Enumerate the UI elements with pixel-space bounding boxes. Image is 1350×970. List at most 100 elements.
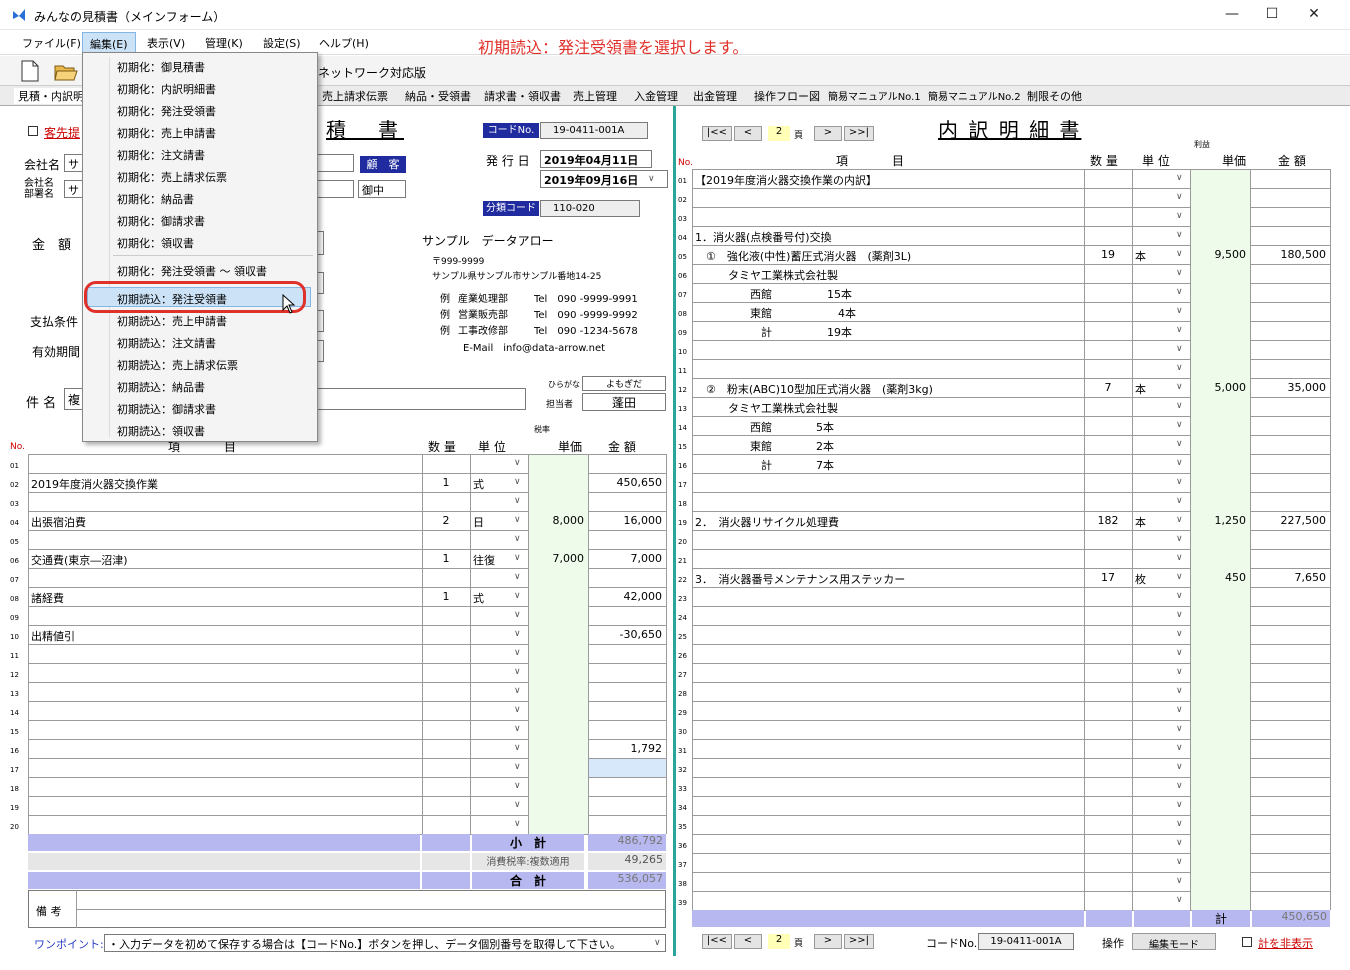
row-item[interactable]: 諸経費 xyxy=(31,590,419,606)
bd-unit-dropdown-icon[interactable]: ∨ xyxy=(1176,363,1183,373)
tab-sales-manage[interactable]: 売上管理 xyxy=(573,88,617,104)
class-code-button[interactable]: 分類コード xyxy=(483,201,539,216)
bd-unit-dropdown-icon[interactable]: ∨ xyxy=(1176,838,1183,848)
furigana-field[interactable]: よもぎだ xyxy=(582,376,666,391)
bd-row-price[interactable]: 9,500 xyxy=(1190,248,1247,261)
bd-footer-prev-button[interactable]: < xyxy=(734,934,762,949)
unit-dropdown-icon[interactable]: ∨ xyxy=(514,572,521,582)
tab-manual-1[interactable]: 簡易マニュアルNo.1 xyxy=(828,88,921,103)
bd-row-item[interactable]: 2． 消火器リサイクル処理費 xyxy=(695,514,1081,530)
bd-unit-dropdown-icon[interactable]: ∨ xyxy=(1176,667,1183,677)
bd-row-price[interactable]: 1,250 xyxy=(1190,514,1247,527)
bd-unit-dropdown-icon[interactable]: ∨ xyxy=(1176,610,1183,620)
bd-row-unit[interactable]: 本 xyxy=(1135,514,1171,530)
bd-first-page-button[interactable]: |<< xyxy=(702,126,732,141)
bd-unit-dropdown-icon[interactable]: ∨ xyxy=(1176,420,1183,430)
bd-row-item[interactable]: 西館 15本 xyxy=(695,286,1081,302)
tip-dropdown-icon[interactable]: ∨ xyxy=(654,938,661,948)
tab-manual-2[interactable]: 簡易マニュアルNo.2 xyxy=(928,88,1021,103)
menu-item-init-estimate[interactable]: 初期化：御見積書 xyxy=(117,59,205,75)
menu-item-load-sales-request[interactable]: 初期読込：売上申請書 xyxy=(117,313,227,329)
bd-row-amount[interactable]: 35,000 xyxy=(1250,381,1327,394)
row-qty[interactable]: 1 xyxy=(422,552,470,565)
bd-unit-dropdown-icon[interactable]: ∨ xyxy=(1176,230,1183,240)
row-amount[interactable]: 450,650 xyxy=(588,476,663,489)
bd-row-qty[interactable]: 182 xyxy=(1084,514,1132,527)
menu-item-load-delivery[interactable]: 初期読込：納品書 xyxy=(117,379,205,395)
row-price[interactable]: 7,000 xyxy=(528,552,585,565)
row-amount[interactable]: 42,000 xyxy=(588,590,663,603)
row-qty[interactable]: 2 xyxy=(422,514,470,527)
bd-last-page-button[interactable]: >>| xyxy=(844,126,874,141)
bd-unit-dropdown-icon[interactable]: ∨ xyxy=(1176,781,1183,791)
tab-sales-invoice[interactable]: 売上請求伝票 xyxy=(322,88,388,104)
bd-row-item[interactable]: 西館 5本 xyxy=(695,419,1081,435)
code-no-field[interactable]: 19-0411-001A xyxy=(540,122,648,139)
unit-dropdown-icon[interactable]: ∨ xyxy=(514,705,521,715)
bd-row-unit[interactable]: 本 xyxy=(1135,248,1171,264)
bd-row-price[interactable]: 450 xyxy=(1190,571,1246,584)
row-unit[interactable]: 式 xyxy=(473,476,509,492)
row-amount[interactable]: 1,792 xyxy=(588,742,663,755)
bd-unit-dropdown-icon[interactable]: ∨ xyxy=(1176,819,1183,829)
bd-row-item[interactable]: 計 19本 xyxy=(695,324,1081,340)
bd-unit-dropdown-icon[interactable]: ∨ xyxy=(1176,306,1183,316)
row-item[interactable]: 交通費(東京―沼津) xyxy=(31,552,419,568)
issue-date-field[interactable]: 2019年04月11日 xyxy=(540,150,652,168)
bd-unit-dropdown-icon[interactable]: ∨ xyxy=(1176,287,1183,297)
tab-limits[interactable]: 制限その他 xyxy=(1027,88,1082,104)
bd-row-qty[interactable]: 19 xyxy=(1084,248,1132,261)
edit-mode-button[interactable]: 編集モード xyxy=(1132,933,1216,951)
menu-item-init-breakdown[interactable]: 初期化：内訳明細書 xyxy=(117,81,216,97)
tab-estimate[interactable]: 見積・内訳明 xyxy=(14,88,88,104)
row-amount[interactable]: 7,000 xyxy=(588,552,663,565)
unit-dropdown-icon[interactable]: ∨ xyxy=(514,458,521,468)
bd-row-amount[interactable]: 7,650 xyxy=(1250,571,1327,584)
tip-field[interactable]: ・入力データを初めて保存する場合は【コードNo.】ボタンを押し、データ個別番号を… xyxy=(104,934,666,952)
bd-unit-dropdown-icon[interactable]: ∨ xyxy=(1176,629,1183,639)
bd-row-amount[interactable]: 180,500 xyxy=(1250,248,1327,261)
bd-footer-next-button[interactable]: > xyxy=(814,934,842,949)
row-item[interactable]: 出精値引 xyxy=(31,628,419,644)
close-button[interactable]: ✕ xyxy=(1304,6,1324,22)
bd-row-item[interactable]: 計 7本 xyxy=(695,457,1081,473)
code-no-button[interactable]: コードNo. xyxy=(483,123,539,138)
bd-unit-dropdown-icon[interactable]: ∨ xyxy=(1176,249,1183,259)
menu-settings[interactable]: 設定(S) xyxy=(263,35,301,51)
unit-dropdown-icon[interactable]: ∨ xyxy=(514,591,521,601)
bd-unit-dropdown-icon[interactable]: ∨ xyxy=(1176,572,1183,582)
unit-dropdown-icon[interactable]: ∨ xyxy=(514,743,521,753)
row-amount[interactable]: -30,650 xyxy=(588,628,662,641)
bd-unit-dropdown-icon[interactable]: ∨ xyxy=(1176,591,1183,601)
minimize-button[interactable]: — xyxy=(1222,6,1242,22)
bd-unit-dropdown-icon[interactable]: ∨ xyxy=(1176,344,1183,354)
tab-receipt-manage[interactable]: 入金管理 xyxy=(634,88,678,104)
unit-dropdown-icon[interactable]: ∨ xyxy=(514,686,521,696)
unit-dropdown-icon[interactable]: ∨ xyxy=(514,534,521,544)
menu-manage[interactable]: 管理(K) xyxy=(205,35,243,51)
bd-unit-dropdown-icon[interactable]: ∨ xyxy=(1176,895,1183,905)
bd-row-unit[interactable]: 枚 xyxy=(1135,571,1171,587)
tab-delivery[interactable]: 納品・受領書 xyxy=(405,88,471,104)
row-price[interactable]: 8,000 xyxy=(528,514,585,527)
bd-row-item[interactable]: タミヤ工業株式会社製 xyxy=(695,267,1081,283)
bd-row-item[interactable]: 1．消火器(点検番号付)交換 xyxy=(695,229,1081,245)
menu-item-init-sales-invoice[interactable]: 初期化：売上請求伝票 xyxy=(117,169,227,185)
unit-dropdown-icon[interactable]: ∨ xyxy=(514,515,521,525)
due-date-dropdown-icon[interactable]: ∨ xyxy=(648,174,655,184)
class-code-field[interactable]: 110-020 xyxy=(540,200,640,217)
row-unit[interactable]: 式 xyxy=(473,590,509,606)
bd-row-price[interactable]: 5,000 xyxy=(1190,381,1247,394)
unit-dropdown-icon[interactable]: ∨ xyxy=(514,610,521,620)
row-qty[interactable]: 1 xyxy=(422,476,470,489)
bd-page-number[interactable]: 2 xyxy=(768,126,790,141)
bd-unit-dropdown-icon[interactable]: ∨ xyxy=(1176,743,1183,753)
menu-item-init-order-confirm[interactable]: 初期化：注文請書 xyxy=(117,147,205,163)
bd-unit-dropdown-icon[interactable]: ∨ xyxy=(1176,762,1183,772)
unit-dropdown-icon[interactable]: ∨ xyxy=(514,762,521,772)
bd-row-amount[interactable]: 227,500 xyxy=(1250,514,1327,527)
bd-unit-dropdown-icon[interactable]: ∨ xyxy=(1176,382,1183,392)
menu-file[interactable]: ファイル(F) xyxy=(22,35,81,51)
bd-row-qty[interactable]: 7 xyxy=(1084,381,1132,394)
maximize-button[interactable]: ☐ xyxy=(1262,6,1282,22)
